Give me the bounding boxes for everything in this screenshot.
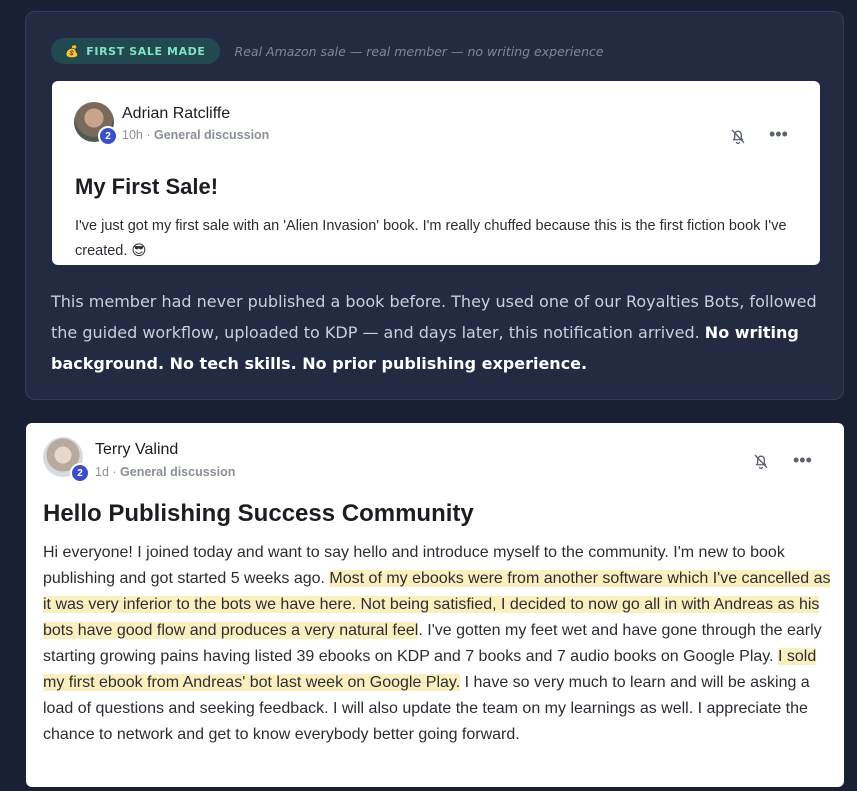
more-horizontal-icon[interactable]: ••• [769, 124, 788, 145]
bell-off-icon[interactable] [752, 451, 770, 471]
post-card-adrian[interactable]: 2 Adrian Ratcliffe 10h · General discuss… [52, 81, 820, 265]
featured-story-card: 💰 FIRST SALE MADE Real Amazon sale — rea… [25, 11, 844, 400]
summary-text: This member had never published a book b… [51, 292, 817, 342]
money-bag-icon: 💰 [65, 44, 80, 58]
post-time: 1d [95, 465, 109, 479]
post-time: 10h [122, 128, 143, 142]
level-badge: 2 [98, 126, 118, 146]
post-card-terry[interactable]: 2 Terry Valind 1d · General discussion •… [26, 423, 844, 787]
more-horizontal-icon[interactable]: ••• [793, 450, 812, 471]
post-category[interactable]: General discussion [154, 128, 269, 142]
badge-label: FIRST SALE MADE [86, 44, 206, 58]
post-title[interactable]: Hello Publishing Success Community [43, 500, 474, 528]
story-summary: This member had never published a book b… [51, 286, 831, 379]
meta-separator: · [146, 128, 151, 142]
author-name[interactable]: Terry Valind [95, 441, 178, 459]
badge-caption: Real Amazon sale — real member — no writ… [234, 43, 604, 59]
post-body: Hi everyone! I joined today and want to … [43, 540, 833, 748]
post-title[interactable]: My First Sale! [75, 174, 218, 200]
post-category[interactable]: General discussion [120, 465, 235, 479]
first-sale-badge: 💰 FIRST SALE MADE [51, 38, 220, 64]
post-body: I've just got my first sale with an 'Ali… [75, 218, 787, 259]
post-meta: 1d · General discussion [95, 465, 235, 479]
bell-off-icon[interactable] [729, 126, 747, 146]
level-badge: 2 [70, 463, 90, 483]
meta-separator: · [112, 465, 117, 479]
post-meta: 10h · General discussion [122, 128, 269, 142]
author-name[interactable]: Adrian Ratcliffe [122, 105, 230, 123]
badge-row: 💰 FIRST SALE MADE Real Amazon sale — rea… [51, 38, 604, 64]
